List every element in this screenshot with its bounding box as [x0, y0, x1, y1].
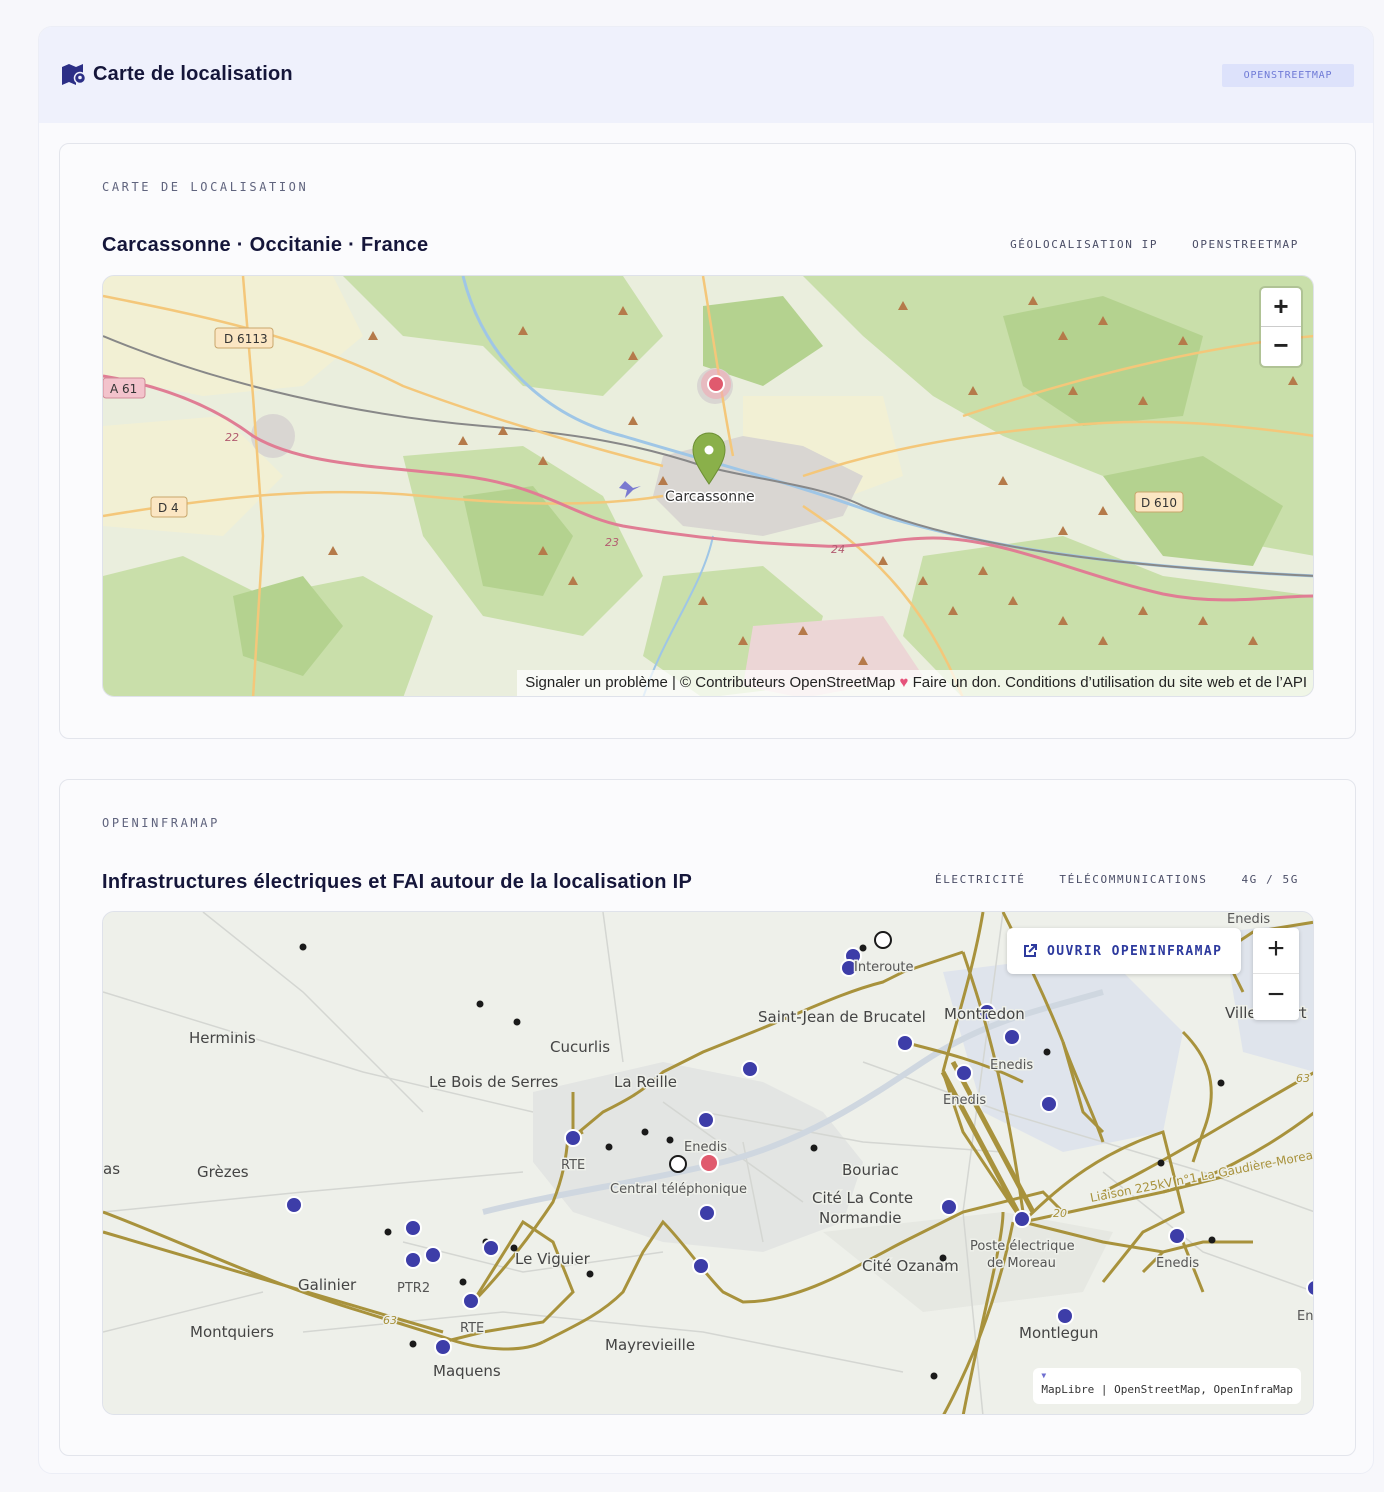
- map-pin-icon: [62, 64, 87, 85]
- card-tags: ÉLECTRICITÉ TÉLÉCOMMUNICATIONS 4G / 5G: [935, 873, 1299, 886]
- page-title: Carte de localisation: [93, 63, 293, 85]
- openinframap-tiles: Herminis Cucurlis Le Bois de Serres La R…: [103, 912, 1313, 1414]
- infra-label: Interoute: [854, 960, 914, 975]
- ip-location-marker: [699, 1153, 719, 1173]
- osm-map[interactable]: D 6113 A 61 D 4 D 610 22 23 24 Carcasson…: [102, 275, 1314, 697]
- place-label: Mayrevieille: [605, 1336, 695, 1354]
- infrastructure-map-card: OPENINFRAMAP Infrastructures électriques…: [59, 779, 1356, 1456]
- road-label-d610: D 610: [1141, 496, 1177, 510]
- tag-mobile-network: 4G / 5G: [1241, 873, 1299, 886]
- place-label: Galinier: [298, 1276, 357, 1294]
- maplibre-attribution[interactable]: ▼ MapLibre | OpenStreetMap, OpenInfraMap: [1033, 1368, 1301, 1404]
- place-label: as: [103, 1160, 120, 1178]
- oim-zoom-controls: + −: [1253, 928, 1299, 1020]
- place-label: Montquiers: [190, 1323, 274, 1341]
- openinframap-map[interactable]: Herminis Cucurlis Le Bois de Serres La R…: [102, 911, 1314, 1415]
- zoom-in-button[interactable]: +: [1261, 288, 1301, 326]
- infra-label: Poste électrique: [970, 1239, 1075, 1254]
- infra-label: Enedis: [684, 1140, 727, 1155]
- attribution-text-1[interactable]: Signaler un problème | © Contributeurs O…: [525, 674, 899, 691]
- place-label: Saint-Jean de Brucatel: [758, 1008, 926, 1026]
- external-link-icon: [1024, 944, 1037, 957]
- power-line-number: 20: [1053, 1207, 1067, 1220]
- tag-openstreetmap: OPENSTREETMAP: [1192, 238, 1299, 251]
- exit-label-23: 23: [605, 536, 619, 549]
- road-label-d4: D 4: [158, 501, 179, 515]
- road-label-a61: A 61: [110, 382, 137, 396]
- infrastructure-title: Infrastructures électriques et FAI autou…: [102, 871, 693, 893]
- place-label: Montlegun: [1019, 1324, 1098, 1342]
- open-openinframap-button[interactable]: OUVRIR OPENINFRAMAP: [1007, 928, 1241, 974]
- location-map-card: CARTE DE LOCALISATION Carcassonne · Occi…: [59, 143, 1356, 739]
- place-label: La Reille: [614, 1073, 677, 1091]
- place-label: Normandie: [819, 1209, 902, 1227]
- osm-attribution[interactable]: Signaler un problème | © Contributeurs O…: [517, 670, 1313, 696]
- exit-label-22: 22: [225, 431, 239, 444]
- attribution-text[interactable]: MapLibre | OpenStreetMap, OpenInfraMap: [1041, 1383, 1293, 1396]
- infra-label: En: [1297, 1309, 1313, 1324]
- place-label: Grèzes: [197, 1163, 249, 1181]
- tag-geolocation: GÉOLOCALISATION IP: [1010, 238, 1159, 251]
- infra-label: Enedis: [990, 1058, 1033, 1073]
- place-label: Le Bois de Serres: [429, 1073, 559, 1091]
- infra-label: RTE: [561, 1158, 585, 1173]
- place-label: Montredon: [944, 1005, 1025, 1023]
- infra-label: Enedis: [1227, 912, 1270, 927]
- open-openinframap-label: OUVRIR OPENINFRAMAP: [1047, 943, 1223, 959]
- collapse-attribution-icon[interactable]: ▼: [1041, 1371, 1046, 1381]
- tag-telecommunications: TÉLÉCOMMUNICATIONS: [1059, 873, 1208, 886]
- card-eyebrow: OPENINFRAMAP: [102, 816, 220, 830]
- power-line-number: 63: [383, 1314, 397, 1327]
- location-panel: Carte de localisation OPENSTREETMAP CART…: [38, 26, 1374, 1474]
- card-tags: GÉOLOCALISATION IP OPENSTREETMAP: [1010, 238, 1299, 251]
- card-eyebrow: CARTE DE LOCALISATION: [102, 180, 309, 194]
- tag-electricity: ÉLECTRICITÉ: [934, 873, 1026, 886]
- place-label: Maquens: [433, 1362, 501, 1380]
- infra-label: PTR2: [397, 1281, 430, 1296]
- infra-label: Enedis: [943, 1093, 986, 1108]
- exit-label-24: 24: [831, 543, 845, 556]
- city-label: Carcassonne: [665, 489, 755, 505]
- road-label-d6113: D 6113: [224, 332, 268, 346]
- infra-label: Central téléphonique: [610, 1182, 747, 1197]
- osm-zoom-controls: + −: [1261, 288, 1301, 366]
- place-label: Cité Ozanam: [862, 1257, 959, 1275]
- place-label: Cucurlis: [550, 1038, 610, 1056]
- panel-header: Carte de localisation OPENSTREETMAP: [39, 27, 1373, 123]
- infra-label: Enedis: [1156, 1256, 1199, 1271]
- location-title: Carcassonne · Occitanie · France: [102, 234, 429, 256]
- osm-map-tiles: D 6113 A 61 D 4 D 610 22 23 24 Carcasson…: [103, 276, 1313, 696]
- openstreetmap-badge: OPENSTREETMAP: [1222, 64, 1354, 87]
- zoom-out-button[interactable]: −: [1253, 974, 1299, 1019]
- infra-label: de Moreau: [987, 1256, 1056, 1271]
- place-label: Le Viguier: [515, 1250, 591, 1268]
- power-line-number: 63: [1296, 1072, 1310, 1085]
- place-label: Cité La Conte: [812, 1189, 913, 1207]
- attribution-text-2[interactable]: Faire un don. Conditions d’utilisation d…: [908, 674, 1307, 691]
- zoom-in-button[interactable]: +: [1253, 928, 1299, 973]
- place-label: Herminis: [189, 1029, 256, 1047]
- zoom-out-button[interactable]: −: [1261, 327, 1301, 365]
- infra-label: RTE: [460, 1321, 484, 1336]
- place-label: Bouriac: [842, 1161, 899, 1179]
